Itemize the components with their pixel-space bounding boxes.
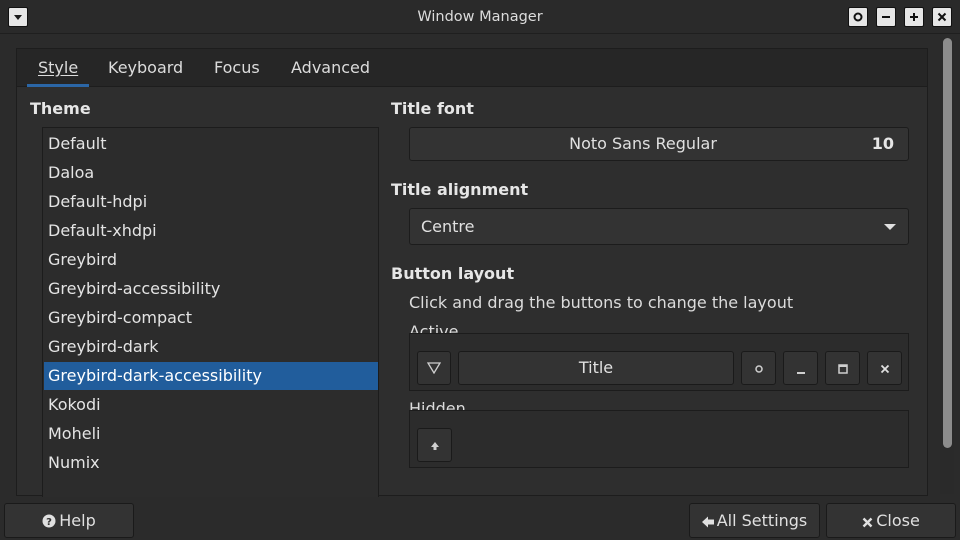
shade-icon xyxy=(431,442,439,450)
tab-focus-label: Focus xyxy=(214,58,260,77)
button-layout-hint: Click and drag the buttons to change the… xyxy=(409,293,794,312)
theme-list[interactable]: Default Daloa Default-hdpi Default-xhdpi… xyxy=(42,127,379,497)
svg-text:?: ? xyxy=(46,517,52,528)
help-label: Help xyxy=(59,511,96,530)
tab-style-label: Style xyxy=(38,58,79,77)
theme-item[interactable]: Default xyxy=(44,130,378,158)
close-button[interactable]: Close xyxy=(826,503,956,538)
tab-style[interactable]: Style xyxy=(27,49,90,87)
all-settings-label: All Settings xyxy=(716,511,808,530)
maximize-button-slot[interactable] xyxy=(825,351,860,385)
font-name: Noto Sans Regular xyxy=(569,134,717,153)
theme-heading: Theme xyxy=(30,99,91,118)
title-font-heading: Title font xyxy=(391,99,474,118)
font-size: 10 xyxy=(871,134,894,153)
theme-item[interactable]: Default-hdpi xyxy=(44,188,378,216)
stick-icon xyxy=(755,365,763,373)
title-font-button[interactable]: Noto Sans Regular 10 xyxy=(409,127,909,161)
shade-button-slot[interactable] xyxy=(417,428,452,462)
tab-keyboard[interactable]: Keyboard xyxy=(97,49,194,87)
hidden-buttons-area xyxy=(409,410,909,468)
theme-item[interactable]: Greybird-compact xyxy=(44,304,378,332)
menu-button-slot[interactable] xyxy=(417,351,451,385)
theme-item[interactable]: Kokodi xyxy=(44,391,378,419)
maximize-icon[interactable] xyxy=(904,7,924,27)
theme-item[interactable]: Greybird-accessibility xyxy=(44,275,378,303)
active-buttons-area: Title xyxy=(409,333,909,391)
close-window-icon[interactable] xyxy=(932,7,952,27)
tab-bar: Style Keyboard Focus Advanced xyxy=(17,49,927,87)
stick-button-slot[interactable] xyxy=(741,351,776,385)
tab-advanced-label: Advanced xyxy=(291,58,371,77)
scrollbar-thumb[interactable] xyxy=(943,38,952,448)
theme-item[interactable]: Greybird xyxy=(44,246,378,274)
title-bar: Window Manager xyxy=(0,0,960,34)
theme-item-selected[interactable]: Greybird-dark-accessibility xyxy=(44,362,378,390)
button-layout-heading: Button layout xyxy=(391,264,515,283)
tab-keyboard-label: Keyboard xyxy=(108,58,184,77)
minimize-slot-icon xyxy=(797,372,805,374)
close-label: Close xyxy=(876,511,920,530)
help-icon: ? xyxy=(42,514,56,528)
title-alignment-select[interactable]: Centre xyxy=(409,208,909,245)
stick-window-icon[interactable] xyxy=(848,7,868,27)
maximize-slot-icon xyxy=(838,364,848,374)
back-arrow-icon xyxy=(701,516,714,528)
minimize-icon[interactable] xyxy=(876,7,896,27)
theme-item[interactable]: Numix xyxy=(44,449,378,477)
title-button-slot[interactable]: Title xyxy=(458,351,734,385)
theme-item[interactable]: Default-xhdpi xyxy=(44,217,378,245)
help-button[interactable]: ? Help xyxy=(4,503,134,538)
close-button-slot[interactable] xyxy=(867,351,902,385)
all-settings-button[interactable]: All Settings xyxy=(689,503,820,538)
tab-advanced[interactable]: Advanced xyxy=(280,49,381,87)
theme-item[interactable]: Daloa xyxy=(44,159,378,187)
minimize-button-slot[interactable] xyxy=(783,351,818,385)
window-title: Window Manager xyxy=(417,9,543,25)
theme-item[interactable]: Moheli xyxy=(44,420,378,448)
theme-item[interactable]: Greybird-dark xyxy=(44,333,378,361)
menu-triangle-icon xyxy=(427,362,441,374)
close-icon xyxy=(862,517,873,528)
close-slot-icon xyxy=(880,364,890,374)
dropdown-arrow-icon xyxy=(884,224,896,230)
title-alignment-heading: Title alignment xyxy=(391,180,529,199)
tab-focus[interactable]: Focus xyxy=(203,49,271,87)
title-alignment-value: Centre xyxy=(421,217,475,236)
